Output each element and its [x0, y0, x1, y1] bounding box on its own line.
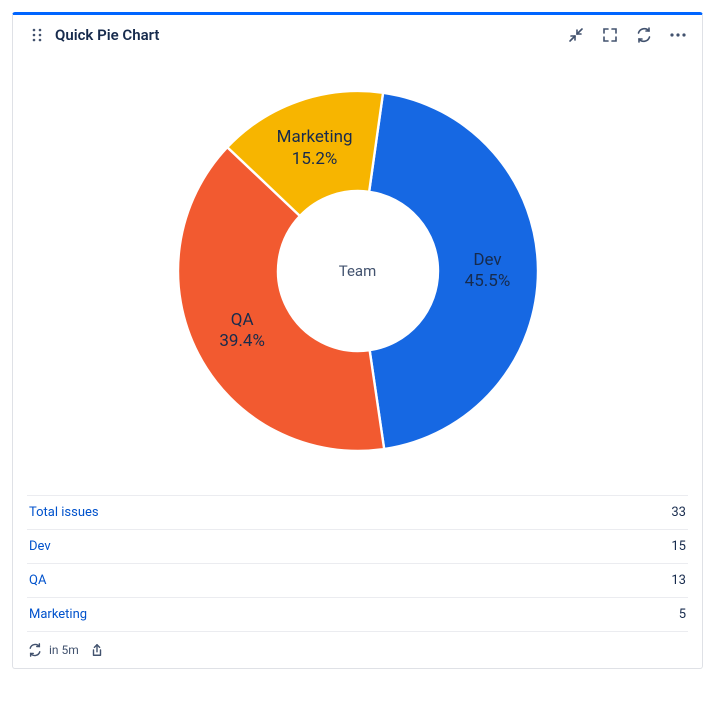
pie-slice-dev[interactable]: [369, 93, 538, 449]
header-actions: [566, 25, 688, 45]
table-row-value: 15: [671, 539, 686, 554]
chart-area: Team Dev45.5%QA39.4%Marketing15.2%: [13, 51, 702, 495]
refresh-interval-text: in 5m: [49, 643, 79, 657]
drag-handle-icon[interactable]: [27, 25, 47, 45]
table-row: QA 13: [27, 564, 688, 598]
donut-chart: Team Dev45.5%QA39.4%Marketing15.2%: [158, 71, 558, 471]
table-row-value: 5: [679, 607, 686, 622]
summary-table: Total issues 33 Dev 15 QA 13 Marketing 5: [13, 495, 702, 636]
total-issues-value: 33: [671, 505, 686, 520]
table-row-value: 13: [671, 573, 686, 588]
widget-header: Quick Pie Chart: [13, 15, 702, 51]
widget-title: Quick Pie Chart: [55, 26, 566, 44]
total-issues-link[interactable]: Total issues: [29, 505, 99, 520]
refresh-icon[interactable]: [634, 25, 654, 45]
table-row: Dev 15: [27, 530, 688, 564]
maximize-icon[interactable]: [600, 25, 620, 45]
refresh-icon[interactable]: [27, 642, 43, 658]
table-row-label[interactable]: QA: [29, 573, 46, 588]
share-icon[interactable]: [89, 642, 105, 658]
more-icon[interactable]: [668, 25, 688, 45]
table-row-label[interactable]: Dev: [29, 539, 51, 554]
table-row: Marketing 5: [27, 598, 688, 632]
minimize-icon[interactable]: [566, 25, 586, 45]
table-row-label[interactable]: Marketing: [29, 607, 87, 622]
table-row-total: Total issues 33: [27, 495, 688, 530]
widget-card: Quick Pie Chart: [12, 12, 703, 669]
widget-footer: in 5m: [13, 636, 702, 668]
